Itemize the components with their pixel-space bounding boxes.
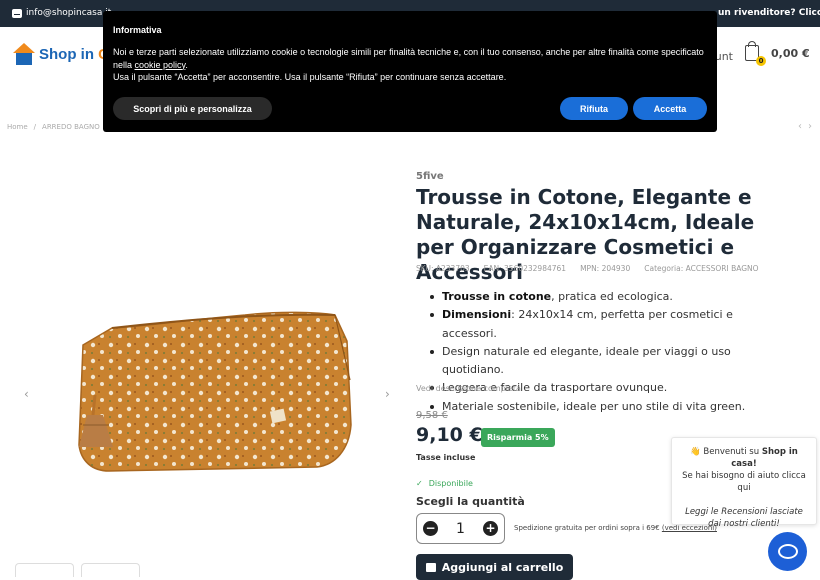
cart-icon: [425, 562, 436, 572]
quantity-label: Scegli la quantità: [416, 495, 525, 508]
list-item: Materiale sostenibile, ideale per uno st…: [430, 398, 790, 416]
list-item: Design naturale ed elegante, ideale per …: [430, 343, 790, 380]
tax-note: Tasse incluse: [416, 453, 476, 462]
product-nav: ‹ ›: [798, 121, 812, 132]
cookie-policy-link[interactable]: cookie policy: [135, 60, 186, 70]
email-text: info@shopincasa.it: [26, 8, 112, 18]
breadcrumb: Home / ARREDO BAGNO: [7, 123, 100, 131]
shopping-bag-icon: 0: [745, 41, 766, 66]
reseller-link[interactable]: un rivenditore? Clicca qui: [718, 8, 820, 18]
feature-list: Trousse in cotone, pratica ed ecologica.…: [430, 288, 790, 416]
mpn: MPN: 204930: [580, 264, 631, 273]
discount-badge: Risparmia 5%: [481, 428, 555, 447]
current-price: 9,10 €: [416, 424, 483, 446]
next-product-icon[interactable]: ›: [808, 121, 812, 132]
thumbnail-2[interactable]: [81, 563, 140, 577]
house-logo-icon: [13, 43, 35, 65]
chat-icon: [777, 544, 798, 559]
breadcrumb-separator: /: [33, 123, 37, 131]
chat-line-2: Se hai bisogno di aiuto clicca qui: [682, 471, 806, 493]
chat-button[interactable]: [768, 532, 807, 571]
chat-welcome-bubble[interactable]: 👋 Benvenuti su Shop in casa! Se hai biso…: [671, 437, 817, 529]
availability-status: ✓ Disponibile: [416, 479, 473, 488]
product-gallery: ‹ ›: [17, 165, 397, 575]
reject-button[interactable]: Rifiuta: [560, 97, 628, 120]
add-to-cart-label: Aggiungi al carrello: [441, 560, 564, 574]
product-brand[interactable]: 5five: [416, 171, 444, 182]
quantity-input[interactable]: 1: [456, 521, 465, 537]
cart-amount: 0,00 €: [771, 46, 810, 60]
email-link[interactable]: info@shopincasa.it: [12, 8, 111, 18]
mail-icon: [12, 8, 22, 18]
prev-product-icon[interactable]: ‹: [798, 121, 802, 132]
category[interactable]: Categoria: ACCESSORI BAGNO: [644, 264, 758, 273]
old-price: 9,58 €: [416, 410, 448, 421]
quantity-stepper: − 1 +: [416, 513, 505, 544]
cookie-title: Informativa: [113, 25, 162, 35]
product-meta: SKU: A233703 EAN: 3560232984761 MPN: 204…: [416, 264, 759, 273]
site-logo[interactable]: Shop in C: [13, 43, 109, 65]
cookie-banner: Informativa Noi e terze parti selezionat…: [103, 11, 717, 132]
full-description-link[interactable]: Vedi descrizione completa: [416, 384, 521, 393]
customize-button[interactable]: Scopri di più e personalizza: [113, 97, 272, 120]
sku: SKU: A233703: [416, 264, 470, 273]
availability-text: Disponibile: [428, 479, 473, 488]
add-to-cart-button[interactable]: Aggiungi al carrello: [416, 554, 573, 580]
logo-text: Shop in C: [39, 45, 109, 63]
plus-icon[interactable]: +: [482, 521, 498, 536]
ean: EAN: 3560232984761: [483, 264, 567, 273]
breadcrumb-category[interactable]: ARREDO BAGNO: [42, 123, 100, 131]
accept-button[interactable]: Accetta: [633, 97, 707, 120]
cart-count-badge: 0: [756, 56, 766, 66]
list-item: Trousse in cotone, pratica ed ecologica.: [430, 288, 790, 306]
list-item: Dimensioni: 24x10x14 cm, perfetta per co…: [430, 306, 790, 343]
cart-button[interactable]: 0 0,00 €: [745, 41, 810, 66]
product-image: [78, 311, 352, 472]
minus-icon[interactable]: −: [423, 521, 438, 536]
breadcrumb-home[interactable]: Home: [7, 123, 28, 131]
chat-line-3: Leggi le Recensioni lasciate dai nostri …: [685, 507, 803, 529]
cookie-text: Noi e terze parti selezionate utilizziam…: [113, 47, 704, 82]
chat-line-1: 👋 Benvenuti su Shop in casa!: [690, 447, 798, 469]
thumbnail-1[interactable]: [15, 563, 74, 577]
check-icon: ✓: [416, 479, 423, 488]
